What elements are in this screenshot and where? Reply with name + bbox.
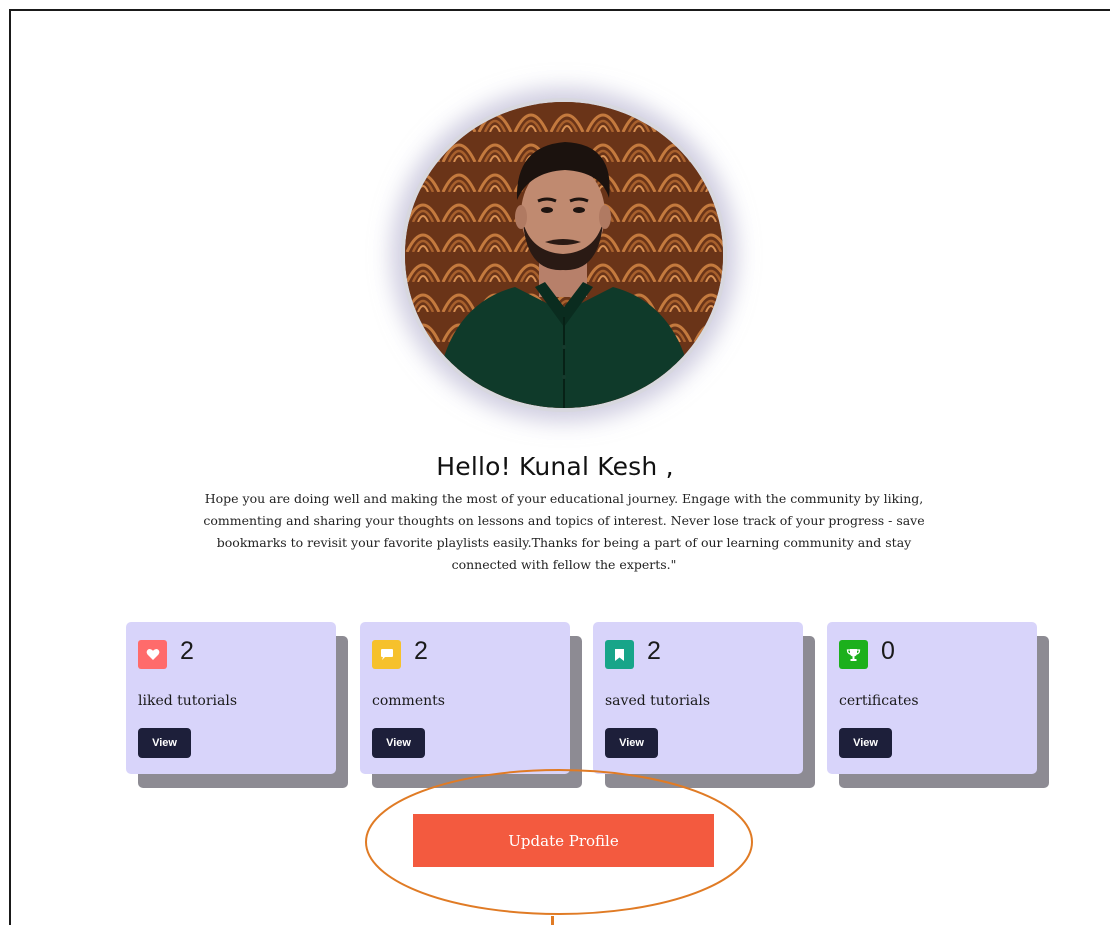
annotation-tick bbox=[551, 916, 554, 925]
stat-card-certificates: 0 certificates View bbox=[827, 622, 1037, 774]
intro-paragraph: Hope you are doing well and making the m… bbox=[203, 491, 925, 572]
view-comments-button[interactable]: View bbox=[372, 728, 425, 758]
trophy-icon bbox=[839, 640, 868, 669]
comments-count: 2 bbox=[414, 637, 428, 665]
certificates-count: 0 bbox=[881, 637, 895, 665]
greeting-heading: Hello! Kunal Kesh , bbox=[436, 452, 674, 481]
heart-icon bbox=[138, 640, 167, 669]
profile-avatar bbox=[401, 98, 727, 412]
certificates-label: certificates bbox=[839, 693, 919, 709]
saved-label: saved tutorials bbox=[605, 693, 711, 709]
stat-card-comments: 2 comments View bbox=[360, 622, 570, 774]
bookmark-icon bbox=[605, 640, 634, 669]
liked-label: liked tutorials bbox=[138, 693, 238, 709]
liked-count: 2 bbox=[180, 637, 194, 665]
comment-icon bbox=[372, 640, 401, 669]
update-profile-button[interactable]: Update Profile bbox=[413, 814, 714, 867]
view-saved-button[interactable]: View bbox=[605, 728, 658, 758]
stat-card-liked: 2 liked tutorials View bbox=[126, 622, 336, 774]
view-liked-button[interactable]: View bbox=[138, 728, 191, 758]
saved-count: 2 bbox=[647, 637, 661, 665]
view-certificates-button[interactable]: View bbox=[839, 728, 892, 758]
stat-card-saved: 2 saved tutorials View bbox=[593, 622, 803, 774]
comments-label: comments bbox=[372, 693, 445, 709]
